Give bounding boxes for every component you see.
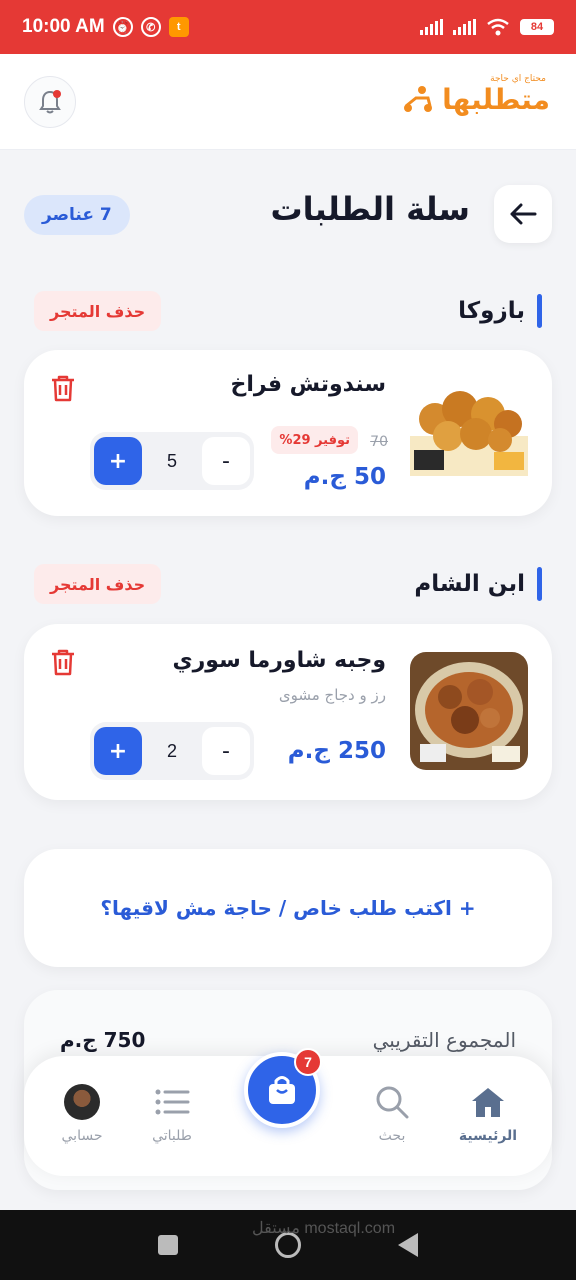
delete-store-button[interactable]: حذف المتجر bbox=[34, 291, 162, 331]
decrease-quantity-button[interactable]: - bbox=[202, 727, 250, 775]
recents-button[interactable] bbox=[158, 1235, 179, 1255]
nav-search[interactable]: بحث bbox=[352, 1082, 432, 1144]
quantity-value: 5 bbox=[166, 450, 177, 471]
watermark: مستقل mostaql.com bbox=[252, 1220, 396, 1237]
status-bar: 10:00 AM ⏰ ✆ t 84 bbox=[0, 0, 576, 54]
item-name: وجبه شاورما سوري bbox=[172, 648, 386, 673]
page-title: سلة الطلبات bbox=[270, 190, 470, 228]
store-accent-bar bbox=[537, 567, 542, 601]
item-old-price: 70 bbox=[370, 434, 388, 450]
cart-count-badge: 7 bbox=[294, 1048, 322, 1076]
scooter-icon bbox=[404, 86, 432, 112]
arrow-left-icon bbox=[510, 203, 537, 225]
notifications-button[interactable] bbox=[24, 76, 76, 128]
total-value: 750 ج.م bbox=[60, 1028, 146, 1052]
back-button[interactable] bbox=[494, 185, 552, 243]
wifi-icon bbox=[487, 18, 509, 36]
store-name: بازوكا bbox=[458, 298, 525, 324]
delete-item-button[interactable] bbox=[50, 374, 76, 402]
item-count-badge: 7 عناصر bbox=[24, 195, 130, 235]
special-request-link[interactable]: + اكتب طلب خاص / حاجة مش لاقيها؟ bbox=[24, 849, 552, 967]
alarm-icon: ⏰ bbox=[112, 17, 133, 37]
whatsapp-icon: ✆ bbox=[140, 17, 161, 37]
trash-icon bbox=[52, 375, 74, 402]
quantity-value: 2 bbox=[166, 740, 177, 761]
shopping-bag-icon bbox=[269, 1076, 295, 1104]
notification-dot bbox=[53, 90, 61, 98]
quantity-stepper: + 2 - bbox=[90, 722, 254, 780]
store-accent-bar bbox=[537, 294, 542, 328]
cart-item-card: وجبه شاورما سوري رز و دجاج مشوى 250 ج.م … bbox=[24, 624, 552, 800]
nav-orders[interactable]: طلباتي bbox=[132, 1082, 212, 1144]
signal-icon-2 bbox=[453, 19, 476, 35]
search-icon bbox=[376, 1086, 409, 1119]
delete-store-button[interactable]: حذف المتجر bbox=[34, 564, 162, 604]
nav-home-label: الرئيسية bbox=[458, 1128, 518, 1144]
nav-home[interactable]: الرئيسية bbox=[448, 1082, 528, 1144]
nav-account[interactable]: حسابي bbox=[42, 1082, 122, 1144]
increase-quantity-button[interactable]: + bbox=[94, 727, 142, 775]
delete-item-button[interactable] bbox=[50, 648, 76, 676]
status-time: 10:00 AM bbox=[22, 16, 105, 37]
home-icon bbox=[472, 1088, 504, 1117]
item-image-shawarma bbox=[410, 652, 528, 770]
avatar bbox=[64, 1084, 100, 1120]
discount-badge: توفير 29% bbox=[271, 426, 358, 454]
total-label: المجموع التقريبي bbox=[372, 1028, 516, 1052]
app-logo[interactable]: محتاج اي حاجة متطلبها bbox=[390, 74, 550, 124]
item-image-chicken-sandwich bbox=[410, 374, 528, 492]
item-description: رز و دجاج مشوى bbox=[278, 686, 386, 704]
cart-button[interactable]: 7 bbox=[244, 1048, 322, 1128]
item-price: 50 ج.م bbox=[303, 464, 386, 490]
app-notification-icon: t bbox=[168, 17, 189, 37]
back-system-button[interactable] bbox=[397, 1233, 418, 1257]
increase-quantity-button[interactable]: + bbox=[94, 437, 142, 485]
battery-icon: 84 bbox=[520, 19, 554, 35]
signal-icon bbox=[420, 19, 443, 35]
cart-item-card: سندوتش فراخ 70 توفير 29% 50 ج.م + 5 - bbox=[24, 350, 552, 516]
item-name: سندوتش فراخ bbox=[230, 372, 386, 397]
nav-orders-label: طلباتي bbox=[152, 1128, 192, 1144]
special-request-card: + اكتب طلب خاص / حاجة مش لاقيها؟ bbox=[24, 849, 552, 967]
store-header-ibn-elsham: ابن الشام bbox=[414, 566, 542, 602]
logo-name: متطلبها bbox=[442, 83, 550, 116]
nav-account-label: حسابي bbox=[61, 1128, 103, 1144]
decrease-quantity-button[interactable]: - bbox=[202, 437, 250, 485]
list-icon bbox=[155, 1089, 190, 1115]
store-header-bazooka: بازوكا bbox=[458, 293, 542, 329]
nav-search-label: بحث bbox=[378, 1128, 406, 1144]
quantity-stepper: + 5 - bbox=[90, 432, 254, 490]
trash-icon bbox=[52, 649, 74, 676]
item-price: 250 ج.م bbox=[287, 738, 386, 764]
bottom-navigation: الرئيسية بحث 7 طلباتي حسابي bbox=[24, 1048, 552, 1176]
app-header: محتاج اي حاجة متطلبها bbox=[0, 54, 576, 150]
store-name: ابن الشام bbox=[414, 571, 525, 597]
